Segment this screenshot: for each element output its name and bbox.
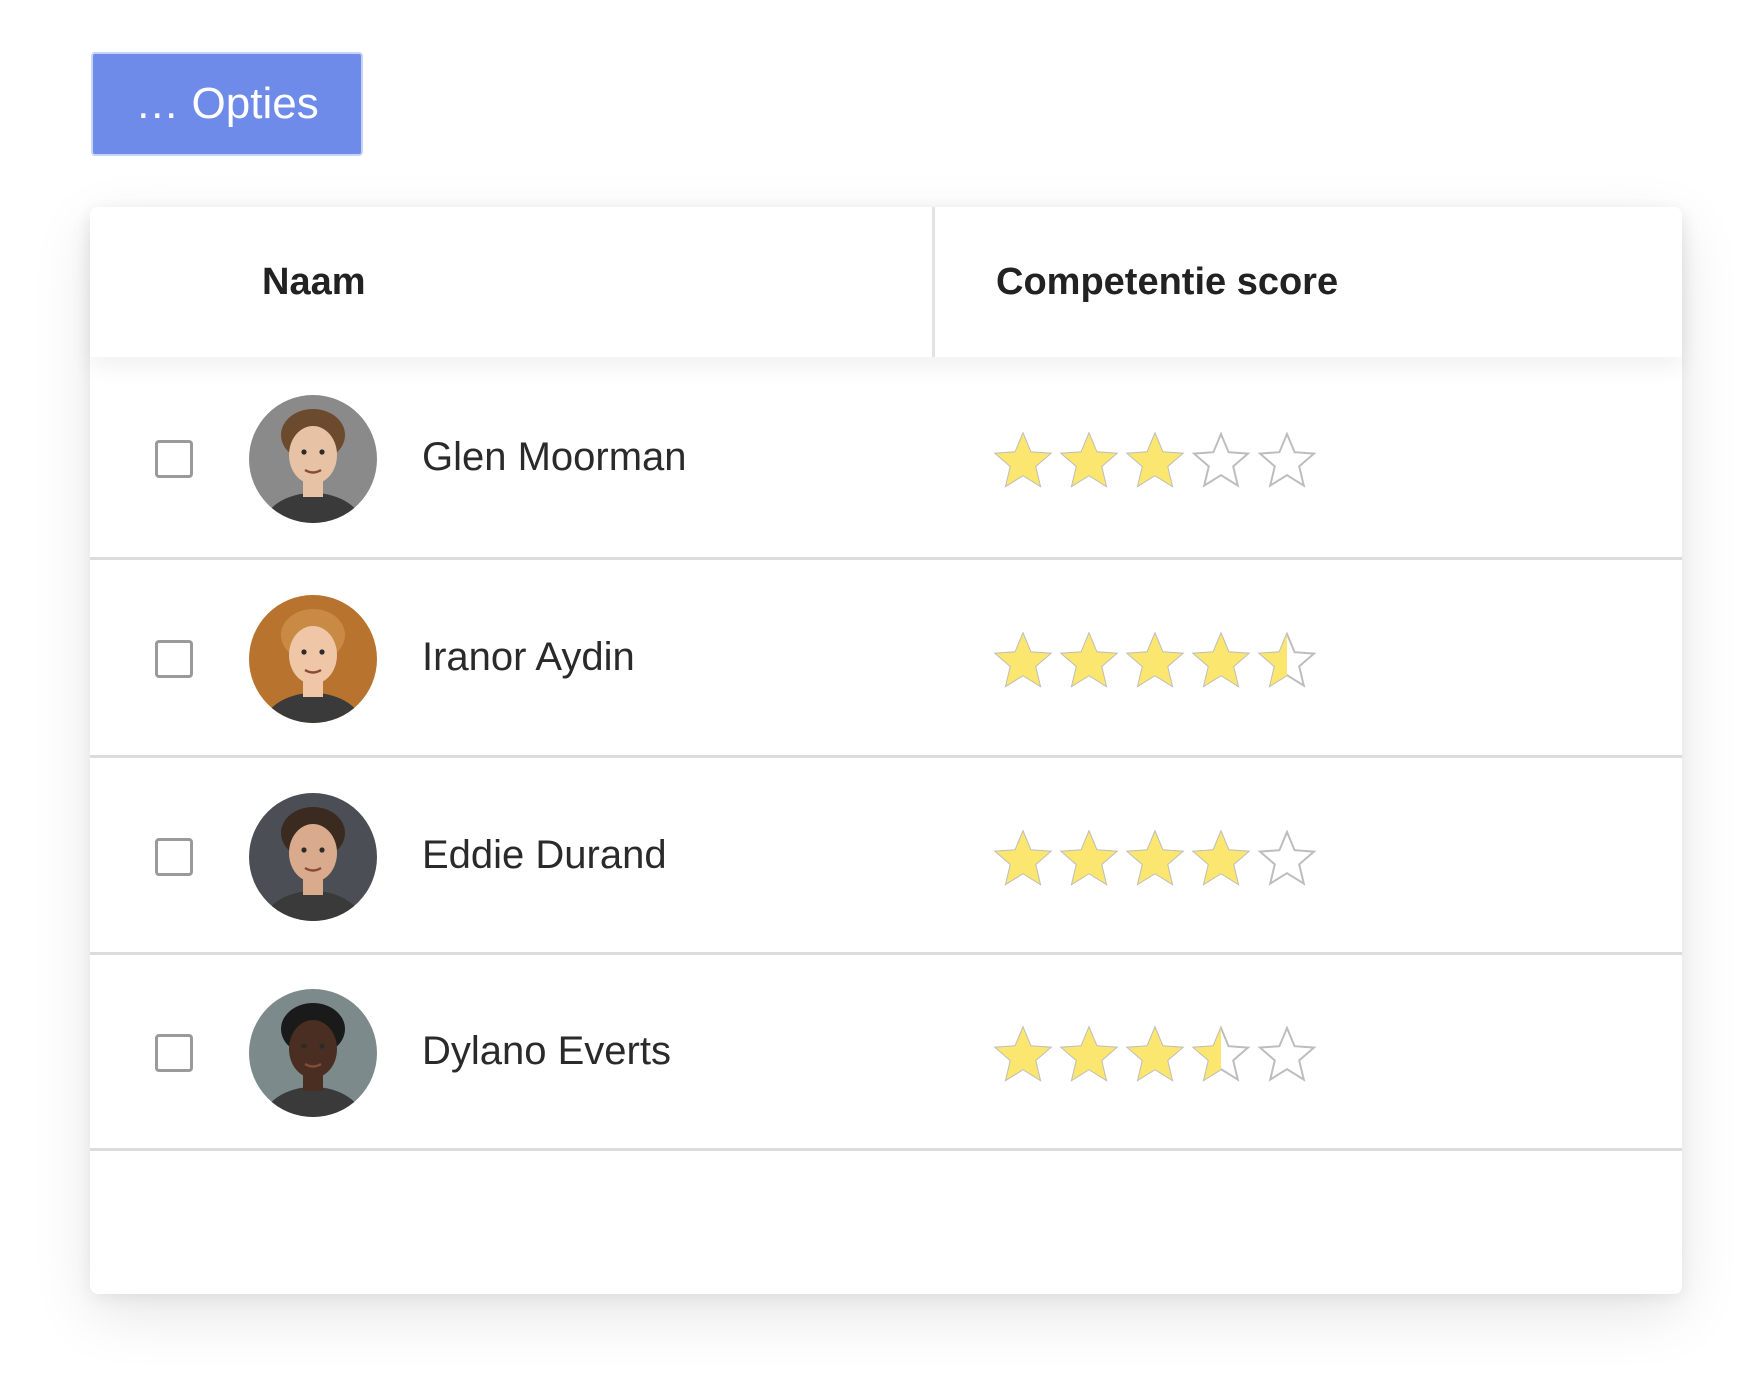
table-empty-area	[90, 1151, 1682, 1291]
competence-table: Naam Competentie score Glen Moorman Irano…	[90, 207, 1682, 1294]
competence-rating	[993, 828, 1317, 889]
star-filled-icon	[1125, 430, 1185, 488]
competence-rating	[993, 430, 1317, 491]
star-empty-icon	[1257, 828, 1317, 886]
star-filled-icon	[1059, 430, 1119, 488]
star-filled-icon	[993, 631, 1053, 688]
star-empty-icon	[1257, 430, 1317, 488]
star-filled-icon	[1059, 1025, 1119, 1082]
column-divider[interactable]	[932, 207, 935, 357]
avatar	[249, 595, 377, 723]
table-row[interactable]: Dylano Everts	[90, 955, 1682, 1151]
star-filled-icon	[1059, 631, 1119, 688]
star-filled-icon	[1125, 1025, 1185, 1082]
options-button[interactable]: … Opties	[91, 52, 363, 156]
row-checkbox[interactable]	[155, 439, 193, 478]
avatar	[249, 989, 377, 1117]
star-filled-icon	[993, 828, 1053, 886]
table-row[interactable]: Eddie Durand	[90, 758, 1682, 955]
person-name: Dylano Everts	[422, 1029, 671, 1073]
options-button-label: … Opties	[135, 79, 319, 128]
person-name: Eddie Durand	[422, 832, 667, 877]
column-header-score[interactable]: Competentie score	[996, 207, 1338, 357]
table-row[interactable]: Iranor Aydin	[90, 560, 1682, 758]
avatar	[249, 792, 377, 921]
competence-rating	[993, 1025, 1317, 1085]
row-checkbox[interactable]	[155, 1034, 193, 1072]
person-name: Iranor Aydin	[422, 635, 635, 679]
avatar	[249, 394, 377, 523]
star-half-icon	[1191, 1025, 1251, 1082]
star-filled-icon	[1125, 631, 1185, 688]
star-filled-icon	[1191, 631, 1251, 688]
competence-rating	[993, 631, 1317, 691]
table-header: Naam Competentie score	[90, 207, 1682, 357]
row-checkbox[interactable]	[155, 640, 193, 678]
star-half-icon	[1257, 631, 1317, 688]
star-empty-icon	[1257, 1025, 1317, 1082]
star-filled-icon	[1125, 828, 1185, 886]
star-filled-icon	[1059, 828, 1119, 886]
row-checkbox[interactable]	[155, 837, 193, 876]
table-body: Glen Moorman Iranor Aydin Eddie Durand Dyla…	[90, 357, 1682, 1291]
star-filled-icon	[993, 430, 1053, 488]
star-filled-icon	[1191, 828, 1251, 886]
star-empty-icon	[1191, 430, 1251, 488]
column-header-name[interactable]: Naam	[262, 207, 366, 357]
star-filled-icon	[993, 1025, 1053, 1082]
table-row[interactable]: Glen Moorman	[90, 357, 1682, 560]
person-name: Glen Moorman	[422, 434, 687, 479]
